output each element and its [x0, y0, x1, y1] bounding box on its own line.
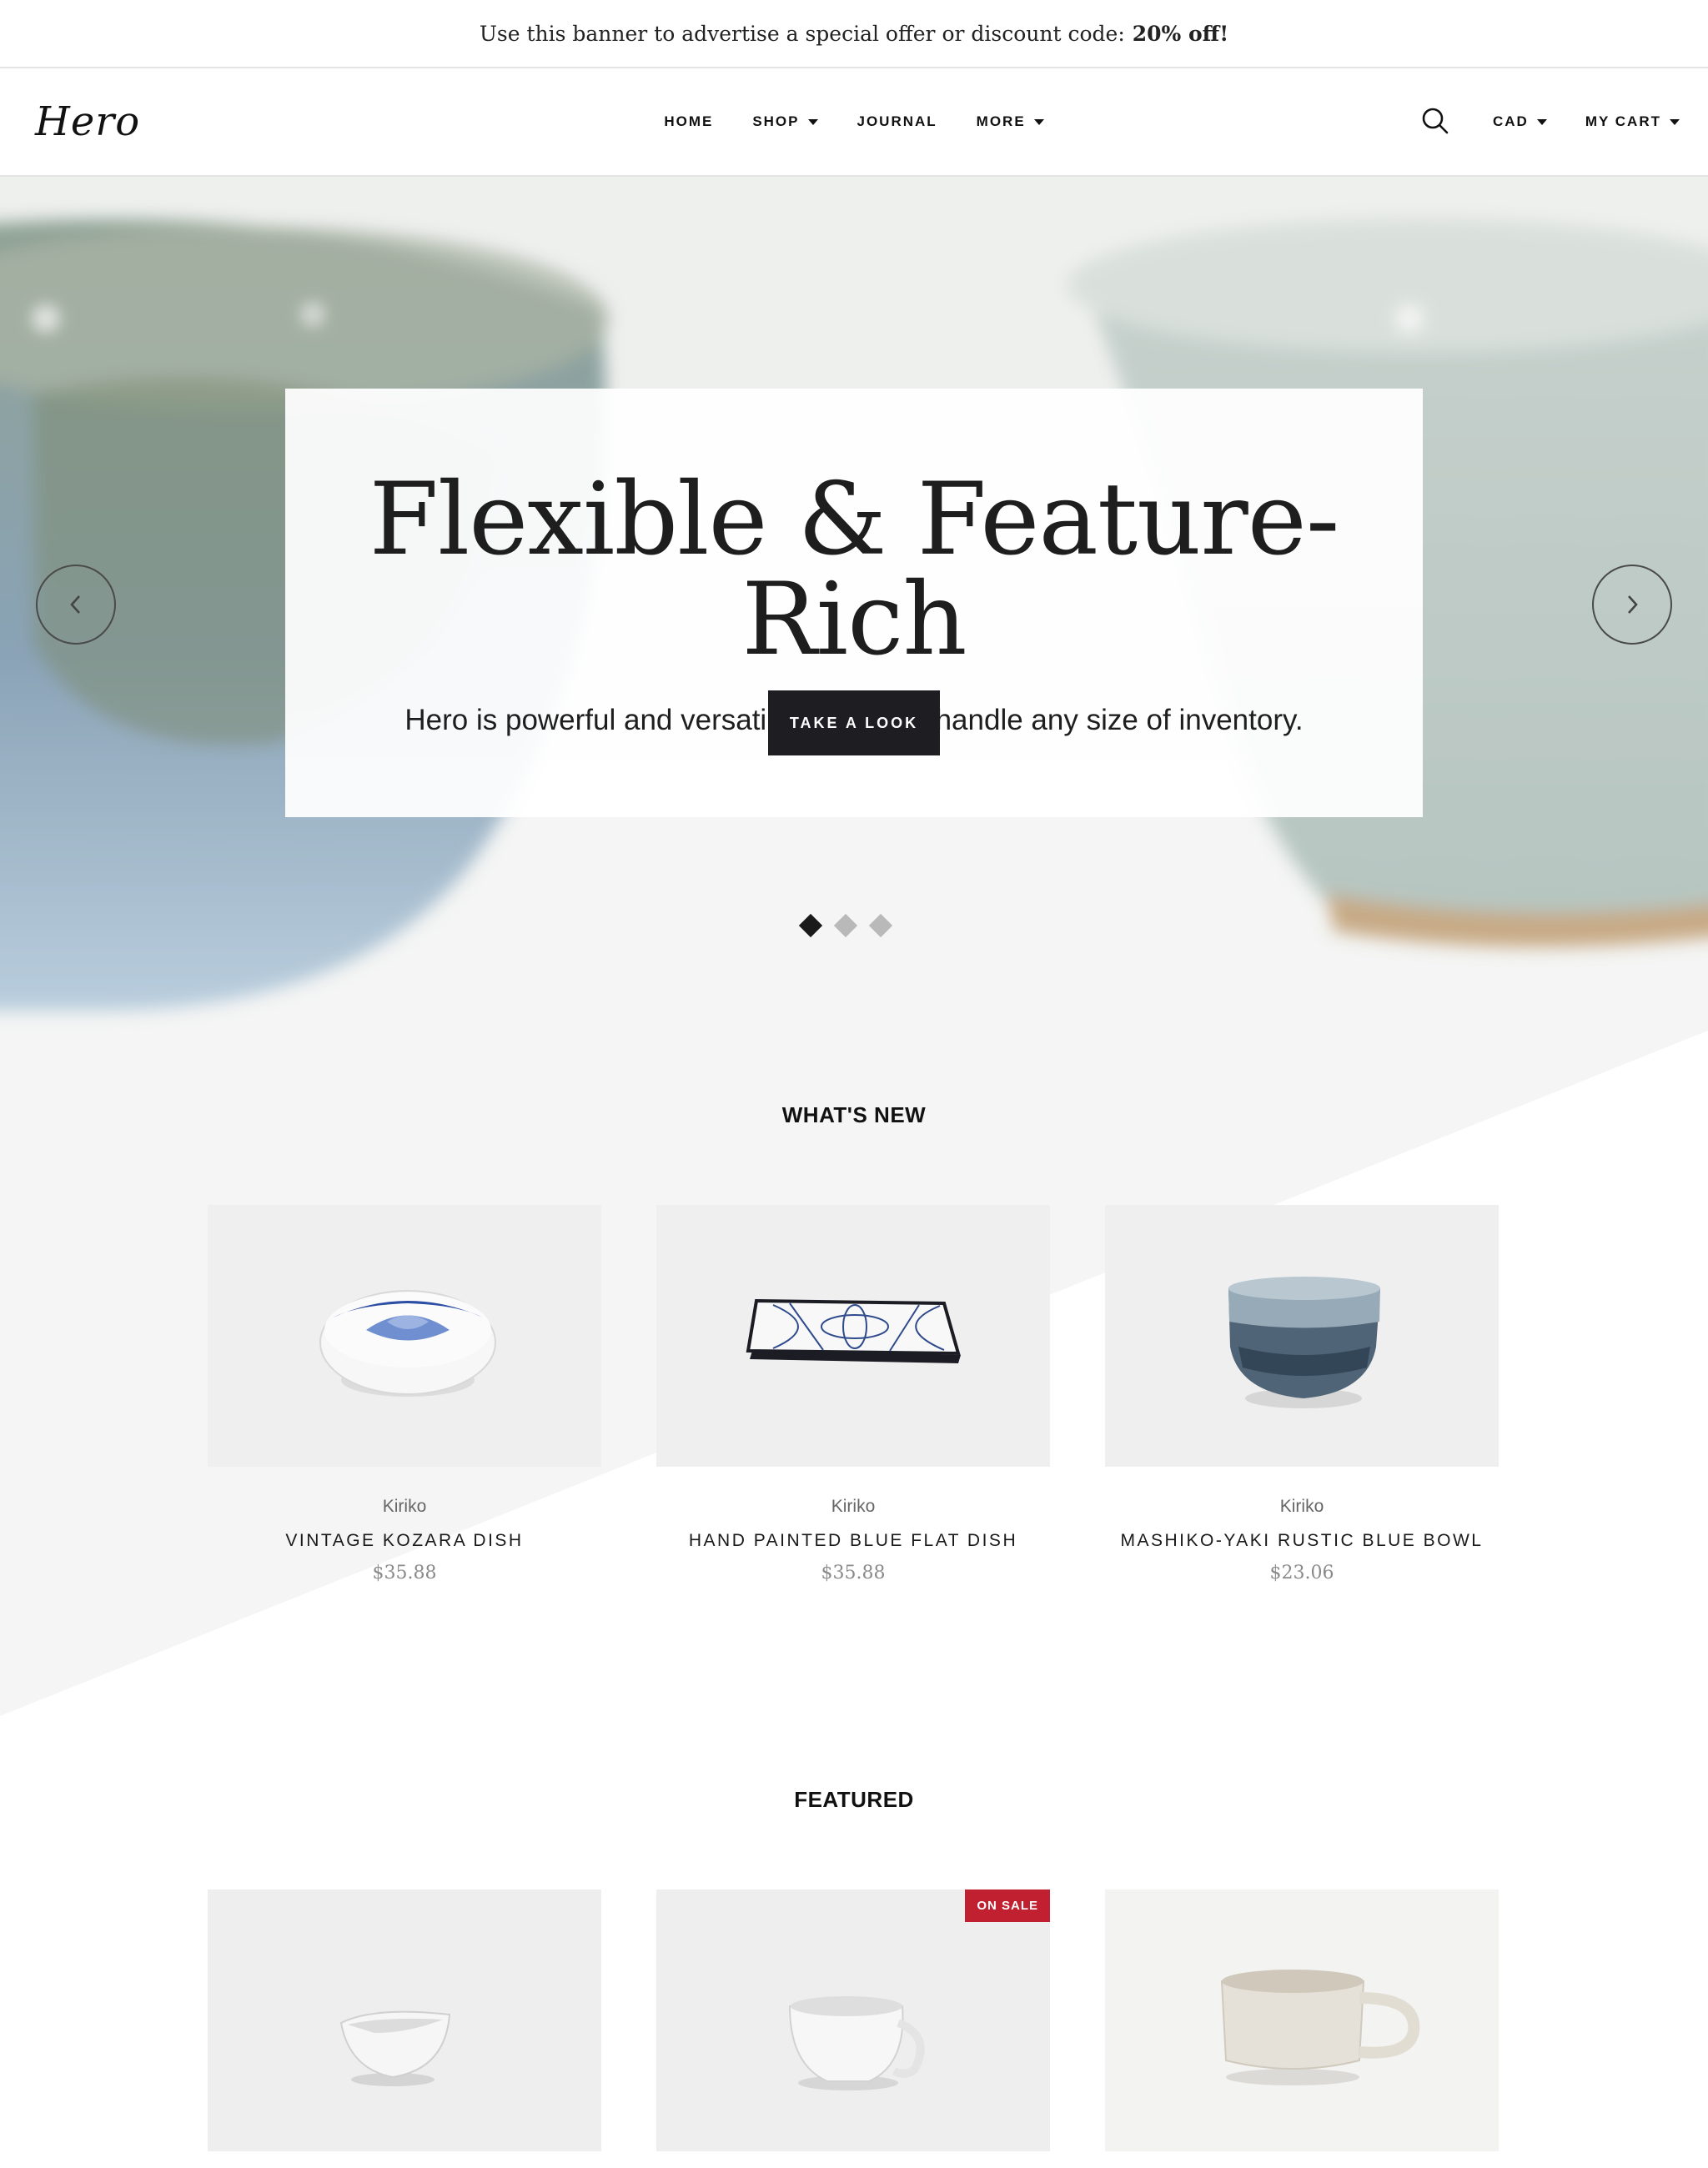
nav-journal-label: JOURNAL: [857, 113, 937, 129]
hero-caption-card: Flexible & Feature-Rich Hero is powerful…: [285, 389, 1423, 817]
nav-shop-label: SHOP: [752, 113, 800, 129]
product-card[interactable]: ON SALE: [656, 1889, 1050, 2151]
whats-new-title: WHAT'S NEW: [781, 1102, 927, 1127]
white-mug-image: [656, 1889, 1050, 2151]
cream-mug-image: [1105, 1889, 1499, 2151]
slide-indicators: [798, 913, 893, 938]
site-header: Hero HOME SHOP JOURNAL MORE CAD MY CART: [0, 68, 1708, 177]
announcement-banner: Use this banner to advertise a special o…: [0, 0, 1708, 68]
white-bowl-image: [208, 1889, 601, 2151]
product-name[interactable]: HAND PAINTED BLUE FLAT DISH: [656, 1531, 1050, 1551]
product-name[interactable]: MASHIKO-YAKI RUSTIC BLUE BOWL: [1105, 1531, 1499, 1551]
banner-text: Use this banner to advertise a special o…: [479, 21, 1125, 46]
product-vendor: Kiriko: [831, 1497, 876, 1516]
search-icon[interactable]: [1421, 107, 1449, 135]
product-price: $35.88: [821, 1563, 886, 1583]
nav-more[interactable]: MORE: [977, 113, 1044, 130]
product-image[interactable]: ON SALE: [656, 1889, 1050, 2151]
banner-discount-code: 20% off!: [1132, 21, 1229, 46]
header-utilities: CAD MY CART: [1493, 68, 1680, 175]
currency-selector[interactable]: CAD: [1493, 113, 1547, 130]
nav-shop[interactable]: SHOP: [752, 113, 818, 130]
caret-down-icon: [807, 118, 818, 125]
slide-next-button[interactable]: [1592, 565, 1672, 645]
caret-down-icon: [1669, 118, 1680, 125]
slide-dot-1[interactable]: [798, 913, 823, 938]
hero-title: Flexible & Feature-Rich: [369, 462, 1340, 678]
product-card[interactable]: [208, 1889, 601, 2151]
product-card[interactable]: Kiriko MASHIKO-YAKI RUSTIC BLUE BOWL $23…: [1105, 1205, 1499, 1583]
product-image[interactable]: [1105, 1205, 1499, 1467]
take-a-look-button[interactable]: TAKE A LOOK: [768, 690, 940, 755]
product-name[interactable]: VINTAGE KOZARA DISH: [208, 1531, 601, 1551]
cart-dropdown[interactable]: MY CART: [1585, 113, 1680, 130]
hero-slideshow: Flexible & Feature-Rich Hero is powerful…: [0, 177, 1708, 1031]
product-image[interactable]: [208, 1889, 601, 2151]
sale-badge: ON SALE: [965, 1889, 1050, 1922]
product-price: $35.88: [372, 1563, 437, 1583]
featured-title: FEATURED: [794, 1787, 914, 1812]
nav-home[interactable]: HOME: [664, 113, 713, 130]
chevron-left-icon: [70, 595, 80, 614]
nav-journal[interactable]: JOURNAL: [857, 113, 937, 130]
slide-dot-3[interactable]: [868, 913, 893, 938]
kozara-dish-image: [208, 1205, 601, 1467]
product-image[interactable]: [208, 1205, 601, 1467]
product-card[interactable]: Kiriko HAND PAINTED BLUE FLAT DISH $35.8…: [656, 1205, 1050, 1583]
cart-label: MY CART: [1585, 113, 1661, 129]
slide-dot-2[interactable]: [833, 913, 858, 938]
rustic-blue-bowl-image: [1105, 1205, 1499, 1467]
product-image[interactable]: [656, 1205, 1050, 1467]
product-card[interactable]: [1105, 1889, 1499, 2151]
caret-down-icon: [1033, 118, 1044, 125]
main-nav: HOME SHOP JOURNAL MORE: [0, 68, 1708, 175]
product-vendor: Kiriko: [382, 1497, 427, 1516]
nav-home-label: HOME: [664, 113, 714, 129]
product-image[interactable]: [1105, 1889, 1499, 2151]
slide-prev-button[interactable]: [36, 565, 116, 645]
currency-label: CAD: [1493, 113, 1529, 129]
chevron-right-icon: [1628, 595, 1638, 614]
blue-flat-dish-image: [656, 1205, 1050, 1467]
caret-down-icon: [1536, 118, 1547, 125]
product-vendor: Kiriko: [1279, 1497, 1324, 1516]
nav-more-label: MORE: [976, 113, 1026, 129]
product-card[interactable]: Kiriko VINTAGE KOZARA DISH $35.88: [208, 1205, 601, 1583]
product-price: $23.06: [1269, 1563, 1334, 1583]
